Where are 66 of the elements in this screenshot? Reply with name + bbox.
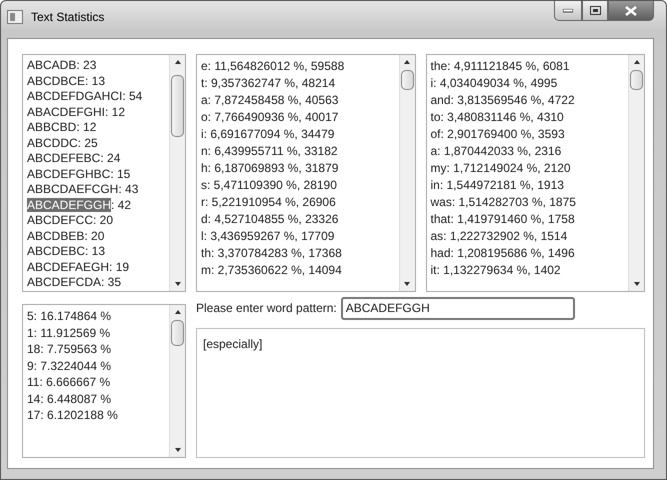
length-frequency-item[interactable]: 17: 6.1202188 % [27,407,165,424]
length-frequency-item[interactable]: 9: 7.3224044 % [27,358,165,374]
letter-frequency-item[interactable]: m: 2,735360622 %, 14094 [201,262,394,279]
word-frequency-item[interactable]: to: 3,480831146 %, 4310 [430,109,624,126]
pattern-item[interactable]: ABBCDAEFCGH: 43 [27,182,165,198]
letter-frequency-item[interactable]: o: 7,766490936 %, 40017 [201,109,394,126]
word-frequency-item[interactable]: the: 4,911121845 %, 6081 [430,58,624,75]
minimize-button[interactable] [554,1,582,21]
word-frequency-item[interactable]: had: 1,208195686 %, 1496 [430,245,624,262]
word-frequency-item[interactable]: as: 1,222732902 %, 1514 [430,228,624,245]
maximize-icon [590,6,600,15]
scroll-thumb[interactable] [171,320,184,346]
pattern-item[interactable]: ABCDEFCDA: 35 [27,275,165,290]
word-frequency-item[interactable]: it: 1,132279634 %, 1402 [430,262,624,279]
letter-frequency-item[interactable]: r: 5,221910954 %, 26906 [201,194,394,211]
results-box: [especially] [196,328,645,458]
pattern-item[interactable]: ABCDEFDGAHCI: 54 [27,89,165,104]
scroll-thumb[interactable] [400,70,414,90]
pattern-item[interactable]: ABCDEFEBC: 24 [27,151,165,166]
letter-frequency-item[interactable]: t: 9,357362747 %, 48214 [201,75,394,92]
letter-frequency-item[interactable]: l: 3,436959267 %, 17709 [201,228,394,245]
word-frequency-item[interactable]: that: 1,419791460 %, 1758 [430,211,624,228]
scrollbar[interactable] [628,55,644,291]
pattern-item[interactable]: ABCDEFCC: 20 [27,213,165,228]
scrollbar[interactable] [169,305,185,457]
pattern-item[interactable]: ABCDBEB: 20 [27,228,165,244]
scroll-thumb[interactable] [171,75,184,137]
pattern-label: Please enter word pattern: [196,301,337,315]
letter-frequency-item[interactable]: a: 7,872458458 %, 40563 [201,92,394,109]
close-button[interactable] [608,1,654,21]
letter-frequency-item[interactable]: th: 3,370784283 %, 17368 [201,245,394,262]
pattern-item[interactable]: ABCDEFAEGH: 19 [27,260,165,275]
word-frequency-item[interactable]: a: 1,870442033 %, 2316 [430,143,624,160]
pattern-item[interactable]: ABCDDC: 25 [27,136,165,151]
maximize-button[interactable] [582,1,608,21]
window-icon [7,10,23,24]
length-frequency-item[interactable]: 14: 6.448087 % [27,390,165,407]
close-icon [625,6,637,16]
word-frequency-item[interactable]: my: 1,712149024 %, 2120 [430,160,624,177]
letter-frequency-item[interactable]: n: 6,439955711 %, 33182 [201,143,394,160]
minimize-icon [563,8,573,12]
word-frequency-item[interactable]: and: 3,813569546 %, 4722 [430,92,624,109]
pattern-item[interactable]: ABCDBCE: 13 [27,74,165,89]
pattern-input[interactable]: ABCADEFGGH [340,296,575,320]
scrollbar[interactable] [398,55,414,291]
length-frequency-item[interactable]: 18: 7.759563 % [27,341,165,358]
pattern-item[interactable]: ABCDEBC: 13 [27,244,165,260]
pattern-item[interactable]: ABACDEFGHI: 12 [27,104,165,120]
scroll-thumb[interactable] [630,70,643,90]
word-frequency-item[interactable]: i: 4,034049034 %, 4995 [430,75,624,92]
window-title: Text Statistics [31,10,104,24]
letter-frequency-item[interactable]: e: 11,564826012 %, 59588 [201,58,394,75]
length-frequency-item[interactable]: 1: 11.912569 % [27,324,165,341]
word-frequency-item[interactable]: in: 1,544972181 %, 1913 [430,177,624,194]
letter-frequency-item[interactable]: d: 4,527104855 %, 23326 [201,211,394,228]
pattern-item[interactable]: ABBCBD: 12 [27,120,165,136]
pattern-item[interactable]: ABCADB: 23 [27,58,165,74]
pattern-item[interactable]: ABCDEFGHBC: 15 [27,166,165,182]
word-frequency-item[interactable]: was: 1,514282703 %, 1875 [430,194,624,211]
length-frequency-item[interactable]: 5: 16.174864 % [27,308,165,324]
word-frequency-item[interactable]: of: 2,901769400 %, 3593 [430,126,624,143]
letter-frequency-item[interactable]: h: 6,187069893 %, 31879 [201,160,394,177]
letter-frequency-item[interactable]: s: 5,471109390 %, 28190 [201,177,394,194]
scrollbar[interactable] [169,55,185,291]
length-frequency-item[interactable]: 11: 6.666667 % [27,374,165,390]
letter-frequency-item[interactable]: i: 6,691677094 %, 34479 [201,126,394,143]
